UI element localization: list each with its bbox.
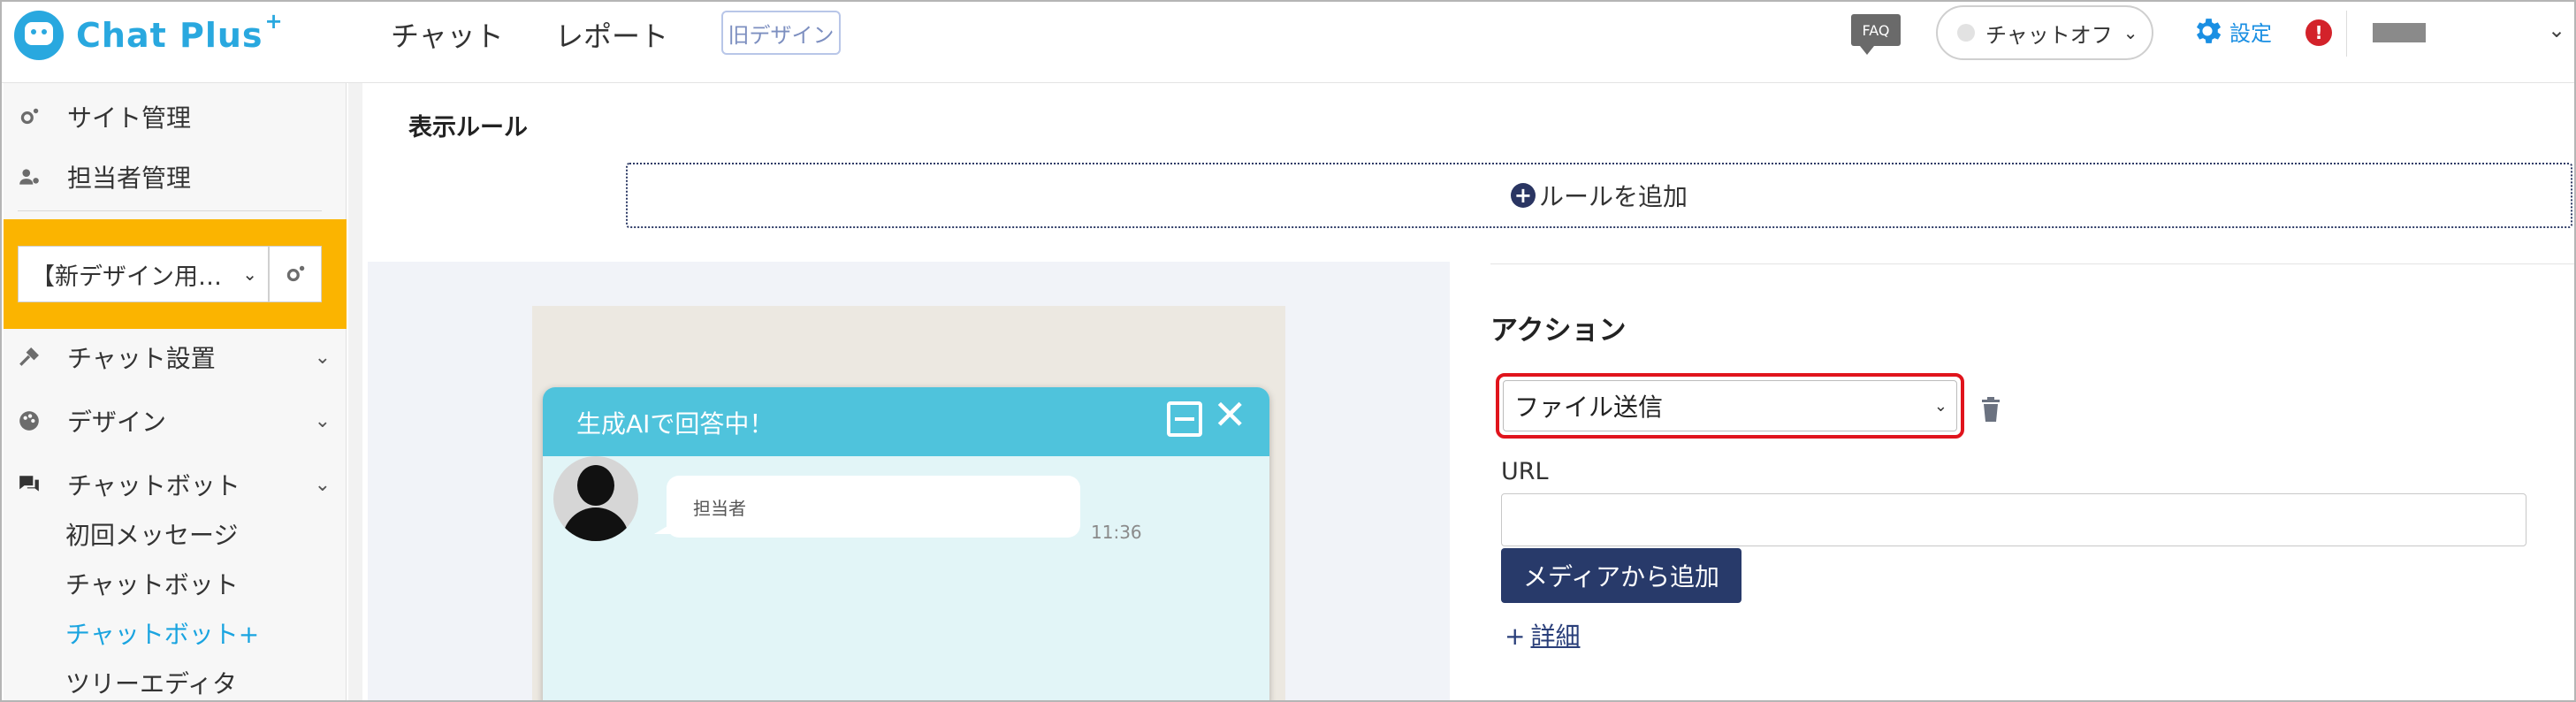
action-title: アクション bbox=[1490, 315, 1627, 347]
sidebar-item-staff-admin[interactable]: 担当者管理 bbox=[18, 159, 336, 195]
sidebar-label: チャットボット bbox=[67, 471, 240, 500]
user-name-redacted[interactable] bbox=[2373, 23, 2426, 42]
action-type-select[interactable]: ファイル送信 ⌄ bbox=[1503, 380, 1957, 431]
chat-preview-title: 生成AIで回答中！ bbox=[576, 409, 774, 439]
avatar-body bbox=[562, 507, 629, 541]
sidebar-subitem-chatbot-plus[interactable]: チャットボット+ bbox=[65, 615, 259, 651]
sidebar-label: 担当者管理 bbox=[67, 164, 192, 193]
plus-icon: + bbox=[1505, 622, 1526, 651]
old-design-button[interactable]: 旧デザイン bbox=[721, 11, 841, 55]
sidebar-subitem-tree-editor[interactable]: ツリーエディタ bbox=[65, 665, 237, 700]
sidebar-item-design[interactable]: デザイン ⌄ bbox=[18, 403, 336, 439]
gear-group-icon bbox=[18, 105, 41, 128]
chevron-down-icon: ⌄ bbox=[314, 409, 331, 432]
alert-icon[interactable]: ! bbox=[2305, 19, 2332, 46]
close-icon[interactable]: ✕ bbox=[1213, 394, 1247, 435]
site-settings-button[interactable] bbox=[269, 246, 322, 302]
top-header: Chat Plus + チャット レポート 旧デザイン FAQ チャットオフ ⌄… bbox=[2, 2, 2574, 83]
sidebar-label: デザイン bbox=[67, 408, 167, 437]
plus-circle-icon: + bbox=[1510, 183, 1536, 208]
site-select-dropdown[interactable]: 【新デザイン用… ⌄ bbox=[18, 246, 269, 302]
faq-icon[interactable]: FAQ bbox=[1851, 14, 1901, 55]
chat-preview-header: 生成AIで回答中！ ✕ bbox=[543, 387, 1269, 456]
message-bubble: 担当者 bbox=[654, 476, 1080, 538]
chevron-down-icon: ⌄ bbox=[242, 263, 257, 285]
users-gear-icon bbox=[18, 165, 41, 188]
chatplus-logo-icon bbox=[14, 11, 64, 60]
detail-toggle-link[interactable]: + 詳細 bbox=[1505, 617, 1580, 652]
chevron-down-icon: ⌄ bbox=[1933, 396, 1947, 416]
chat-preview-window: 生成AIで回答中！ ✕ 担当者 11:36 bbox=[543, 387, 1269, 700]
tools-icon bbox=[18, 346, 41, 369]
url-label: URL bbox=[1501, 458, 1549, 485]
avatar-head bbox=[577, 465, 614, 506]
url-input[interactable] bbox=[1501, 493, 2526, 546]
settings-button[interactable]: 設定 bbox=[2191, 14, 2272, 48]
display-rule-title: 表示ルール bbox=[408, 114, 528, 141]
palette-icon bbox=[18, 409, 41, 432]
site-selector-panel: 【新デザイン用… ⌄ bbox=[4, 219, 347, 329]
app-window: Chat Plus + チャット レポート 旧デザイン FAQ チャットオフ ⌄… bbox=[0, 0, 2576, 702]
chevron-down-icon: ⌄ bbox=[2123, 22, 2138, 43]
gear-icon bbox=[2196, 19, 2222, 43]
user-menu-chevron-icon[interactable]: ⌄ bbox=[2548, 18, 2565, 42]
header-divider bbox=[2346, 11, 2347, 57]
action-type-value: ファイル送信 bbox=[1514, 393, 1664, 422]
chevron-down-icon: ⌄ bbox=[314, 346, 331, 369]
logo-plus: + bbox=[264, 9, 283, 34]
chevron-down-icon: ⌄ bbox=[314, 473, 331, 496]
message-time: 11:36 bbox=[1091, 522, 1142, 543]
nav-report[interactable]: レポート bbox=[555, 14, 668, 55]
avatar bbox=[553, 456, 638, 541]
trash-icon[interactable] bbox=[1980, 396, 2001, 423]
add-rule-button[interactable]: + ルールを追加 bbox=[626, 163, 2572, 228]
sidebar-divider bbox=[18, 210, 322, 211]
logo[interactable]: Chat Plus + bbox=[14, 9, 283, 62]
sidebar-scrollbar[interactable] bbox=[348, 83, 362, 700]
sidebar-subitem-first-message[interactable]: 初回メッセージ bbox=[65, 516, 238, 552]
nav-chat[interactable]: チャット bbox=[391, 14, 504, 55]
detail-label: 詳細 bbox=[1530, 622, 1581, 651]
minimize-icon[interactable] bbox=[1167, 401, 1202, 437]
sidebar-item-chatbot[interactable]: チャットボット ⌄ bbox=[18, 467, 336, 502]
sidebar: サイト管理 担当者管理 【新デザイン用… ⌄ チャット設置 ⌄ デザイン ⌄ チ… bbox=[4, 83, 347, 700]
logo-text: Chat Plus bbox=[76, 16, 263, 55]
sidebar-item-chat-setup[interactable]: チャット設置 ⌄ bbox=[18, 340, 336, 375]
agent-label: 担当者 bbox=[693, 497, 746, 519]
sidebar-item-site-admin[interactable]: サイト管理 bbox=[18, 99, 336, 134]
sidebar-label: チャット設置 bbox=[67, 344, 216, 373]
settings-label: 設定 bbox=[2229, 20, 2272, 46]
chat-status-label: チャットオフ bbox=[1985, 22, 2113, 48]
sidebar-subitem-chatbot[interactable]: チャットボット bbox=[65, 566, 239, 601]
action-divider bbox=[1490, 263, 2574, 264]
gear-icon bbox=[286, 265, 305, 282]
sidebar-label: サイト管理 bbox=[67, 103, 192, 133]
chat-bubbles-icon bbox=[18, 473, 41, 496]
status-dot-icon bbox=[1957, 24, 1975, 42]
add-from-media-button[interactable]: メディアから追加 bbox=[1501, 548, 1741, 603]
add-rule-label: ルールを追加 bbox=[1538, 182, 1688, 211]
site-select-value: 【新デザイン用… bbox=[31, 263, 222, 291]
chat-status-toggle[interactable]: チャットオフ ⌄ bbox=[1936, 5, 2153, 60]
